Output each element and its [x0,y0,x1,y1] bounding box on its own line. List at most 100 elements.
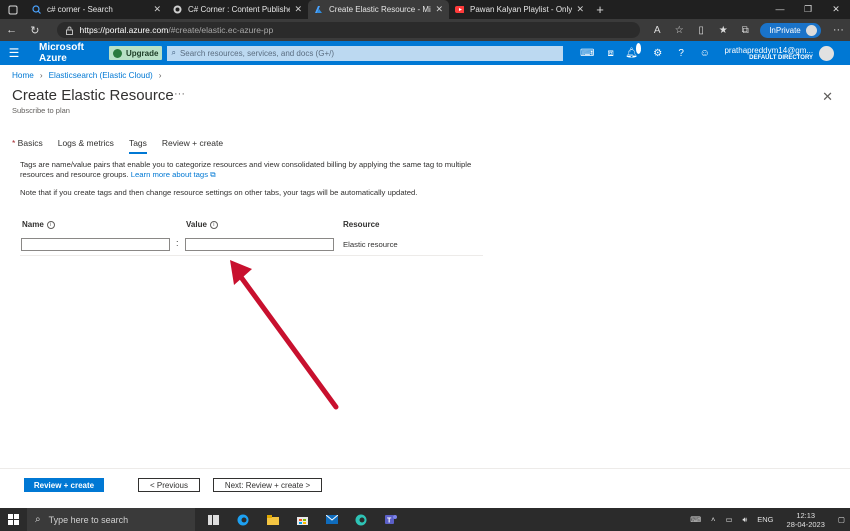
tab-basics[interactable]: * Basics [12,138,43,154]
tag-value-input[interactable] [185,238,334,251]
account-email: prathapreddym14@gm... [724,45,814,55]
feedback-icon[interactable]: ☺ [693,48,717,59]
favorite-add-icon[interactable]: ☆ [668,25,690,36]
next-button[interactable]: Next: Review + create > [213,478,322,492]
profile-avatar [805,24,817,36]
account-avatar[interactable] [819,45,835,61]
taskbar-search[interactable]: ⌕ Type here to search [27,508,195,531]
taskbar-apps: T [199,508,406,531]
notifications-icon[interactable]: 🔔︎1 [622,42,646,59]
search-icon: ⌕ [171,48,176,57]
refresh-icon[interactable]: ↻ [23,24,46,37]
external-link-icon: ⧉ [210,170,216,179]
file-explorer-icon[interactable] [258,508,288,531]
inprivate-label: InPrivate [769,25,801,35]
notification-center-icon[interactable]: ▢ [838,515,845,524]
show-hidden-icons[interactable]: ˄ [711,515,715,524]
edge-icon[interactable] [229,508,259,531]
search-icon [32,5,41,14]
browser-tab-azure[interactable]: Create Elastic Resource - Microsoft ✕ [308,0,449,19]
language-indicator[interactable]: ENG [757,515,773,524]
portal-menu-icon[interactable]: ☰ [0,46,28,60]
tab-label: Basics [17,138,43,148]
split-screen-icon[interactable]: ▯ [690,25,712,36]
upgrade-button[interactable]: Upgrade [109,46,163,60]
tag-name-input[interactable] [21,238,170,251]
back-icon[interactable]: ← [0,24,23,36]
tab-logs-metrics[interactable]: Logs & metrics [58,138,114,154]
new-tab-button[interactable]: + [590,2,610,17]
review-create-button[interactable]: Review + create [24,478,104,492]
search-placeholder: Search resources, services, and docs (G+… [179,48,334,58]
address-bar[interactable]: https://portal.azure.com/#create/elastic… [56,22,641,38]
directory-filter-icon[interactable]: ⧈ [599,48,623,59]
close-tab-icon[interactable]: ✕ [576,4,584,15]
cloud-shell-icon[interactable]: ⌨ [575,48,599,59]
windows-start-icon[interactable] [0,514,27,525]
volume-icon[interactable]: 🔊︎ [743,515,748,525]
azure-search-input[interactable]: ⌕ Search resources, services, and docs (… [167,45,564,61]
close-tab-icon[interactable]: ✕ [294,4,302,15]
column-header-name: Name i [22,220,55,229]
azure-brand[interactable]: Microsoft Azure [39,42,110,64]
teams-icon[interactable]: T [376,508,406,531]
name-value-separator: : [176,238,179,248]
breadcrumb-separator: › [39,71,43,80]
clock[interactable]: 12:13 28-04-2023 [787,511,825,529]
page-title: Create Elastic Resource [12,87,174,104]
upgrade-icon [113,48,122,58]
more-actions-icon[interactable]: ··· [174,88,185,100]
tag-resource-value: Elastic resource [343,240,398,249]
tab-title: c# corner - Search [47,5,113,14]
browser-tab-youtube[interactable]: Pawan Kalyan Playlist - Only ✕ [449,0,590,19]
breadcrumb-home[interactable]: Home [12,71,34,80]
inprivate-badge[interactable]: InPrivate [760,22,821,38]
account-info[interactable]: prathapreddym14@gm... DEFAULT DIRECTORY [724,46,813,61]
settings-gear-icon[interactable]: ⚙ [646,48,670,59]
close-blade-icon[interactable]: ✕ [822,89,833,105]
notifications-badge: 1 [635,42,642,54]
windows-taskbar: ⌕ Type here to search T ⌨ ˄ ▭ 🔊︎ ENG 12:… [0,508,850,531]
more-icon[interactable]: ··· [827,24,850,36]
wizard-tabs: * Basics Logs & metrics Tags Review + cr… [12,138,238,154]
browser-tab-csharp[interactable]: C# Corner : Content Publisher ✕ [167,0,308,19]
tab-review-create[interactable]: Review + create [162,138,223,154]
info-icon[interactable]: i [209,220,218,229]
close-window-icon[interactable]: ✕ [822,0,850,19]
breadcrumb-elasticsearch[interactable]: Elasticsearch (Elastic Cloud) [49,71,153,80]
tab-actions-icon[interactable] [0,0,26,19]
azure-top-bar: ☰ Microsoft Azure Upgrade ⌕ Search resou… [0,41,850,65]
read-aloud-icon[interactable]: A [646,25,668,36]
maximize-icon[interactable]: ❐ [794,0,822,19]
column-label: Value [186,220,207,229]
info-icon[interactable]: i [46,220,55,229]
store-icon[interactable] [288,508,318,531]
url-path: /#create/elastic.ec-azure-pp [168,25,274,35]
favorites-icon[interactable]: ★ [712,25,734,36]
previous-button[interactable]: < Previous [138,478,200,492]
tab-tags[interactable]: Tags [128,138,147,154]
help-icon[interactable]: ? [669,48,693,59]
azure-toolbar-icons: ⌨ ⧈ 🔔︎1 ⚙ ? ☺ [575,42,717,59]
tags-description-text: Tags are name/value pairs that enable yo… [20,160,472,179]
keyboard-icon[interactable]: ⌨ [690,515,701,524]
csharp-corner-icon [173,5,182,14]
browser-tab-search[interactable]: c# corner - Search ✕ [26,0,167,19]
mail-icon[interactable] [317,508,347,531]
close-tab-icon[interactable]: ✕ [435,4,443,15]
search-icon: ⌕ [35,514,41,525]
collections-icon[interactable]: ⧉ [734,25,756,36]
network-icon[interactable]: ▭ [725,515,732,524]
footer-divider [0,468,850,469]
taskbar-search-placeholder: Type here to search [48,514,129,525]
close-tab-icon[interactable]: ✕ [153,4,161,15]
azure-icon [314,5,323,14]
url-host: https://portal.azure.com [79,25,169,35]
upgrade-label: Upgrade [126,48,159,58]
learn-more-link[interactable]: Learn more about tags ⧉ [131,170,216,179]
svg-text:T: T [387,518,392,525]
tab-title: Pawan Kalyan Playlist - Only [470,5,573,14]
minimize-icon[interactable]: — [766,0,794,19]
edge-dev-icon[interactable] [347,508,377,531]
task-view-icon[interactable] [199,508,229,531]
